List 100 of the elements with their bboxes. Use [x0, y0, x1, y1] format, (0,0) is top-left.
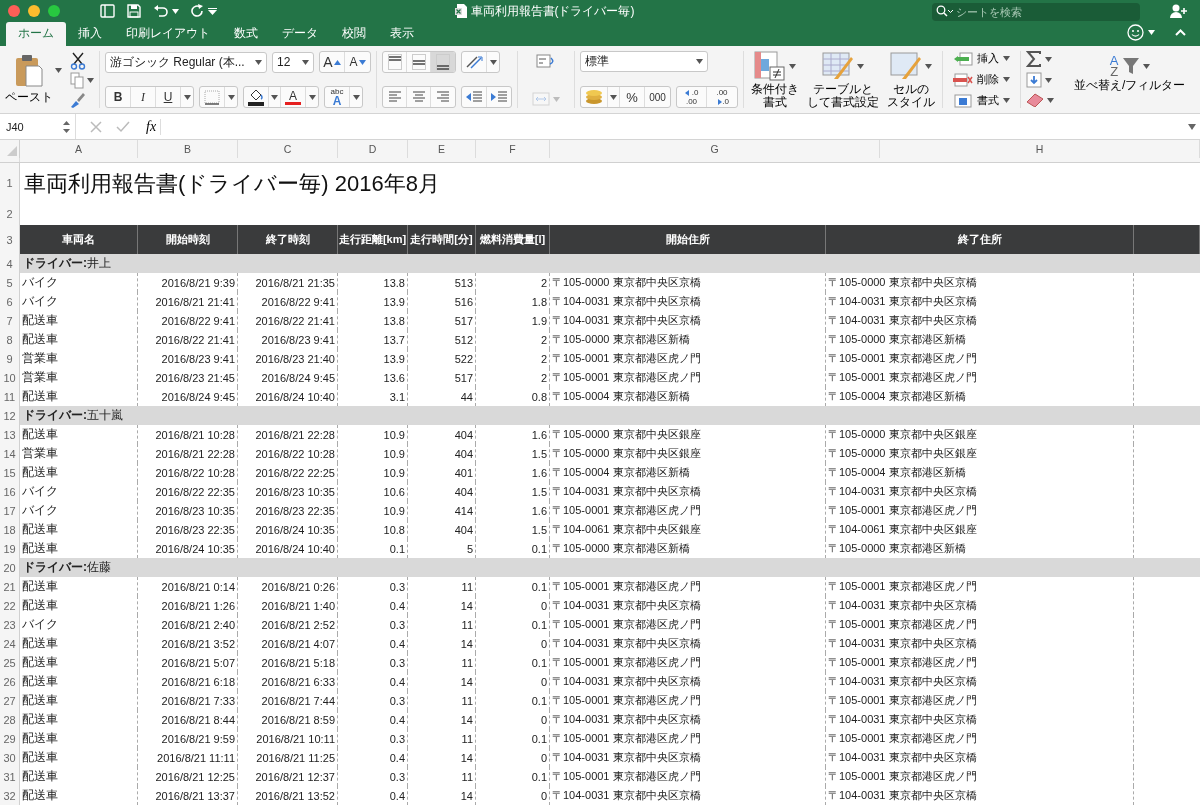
- redo-icon[interactable]: [191, 4, 204, 18]
- row-number[interactable]: 19: [0, 539, 20, 558]
- shrink-font-button[interactable]: A: [345, 52, 370, 72]
- table-cell: 11: [408, 615, 476, 634]
- row-number[interactable]: 7: [0, 311, 20, 330]
- row-number[interactable]: 17: [0, 501, 20, 520]
- scissors-icon[interactable]: [70, 51, 86, 70]
- fill-caret-button[interactable]: [269, 87, 281, 107]
- row-number[interactable]: 3: [0, 225, 20, 254]
- add-person-icon[interactable]: [1170, 4, 1188, 18]
- insert-cells-button[interactable]: 挿入: [953, 51, 1010, 66]
- font-color-button[interactable]: A: [281, 87, 306, 107]
- column-letter[interactable]: F: [476, 140, 550, 158]
- ribbon-tab[interactable]: データ: [270, 22, 330, 46]
- caret-icon[interactable]: [87, 78, 94, 83]
- autosum-icon[interactable]: [1026, 51, 1042, 67]
- percent-button[interactable]: %: [620, 87, 645, 107]
- delete-cells-button[interactable]: 削除: [953, 72, 1010, 87]
- font-name-select[interactable]: 游ゴシック Regular (本...: [105, 51, 267, 73]
- row-number[interactable]: 13: [0, 425, 20, 444]
- row-number[interactable]: 9: [0, 349, 20, 368]
- row-number[interactable]: 1: [0, 163, 20, 203]
- paste-button[interactable]: ペースト: [5, 54, 53, 105]
- caret-icon[interactable]: [1045, 56, 1052, 62]
- collapse-ribbon-icon[interactable]: [1175, 29, 1186, 36]
- insert-function-button[interactable]: fx: [142, 118, 162, 135]
- row-number[interactable]: 31: [0, 767, 20, 786]
- row-number[interactable]: 5: [0, 273, 20, 292]
- currency-caret-button[interactable]: [608, 87, 620, 107]
- ribbon-tab[interactable]: 表示: [378, 22, 426, 46]
- name-box[interactable]: J40: [0, 114, 76, 139]
- row-number[interactable]: 21: [0, 577, 20, 596]
- row-number[interactable]: 20: [0, 558, 20, 577]
- format-cells-button[interactable]: 書式: [953, 93, 1010, 108]
- row-number[interactable]: 16: [0, 482, 20, 501]
- column-letter[interactable]: A: [20, 140, 138, 158]
- row-number[interactable]: 15: [0, 463, 20, 482]
- format-as-table-button[interactable]: テーブルと して書式設定: [805, 51, 881, 109]
- caret-icon[interactable]: [55, 68, 62, 73]
- row-number[interactable]: 8: [0, 330, 20, 349]
- zoom-button[interactable]: [48, 5, 60, 17]
- ribbon-tab[interactable]: 印刷レイアウト: [114, 22, 222, 46]
- column-letter[interactable]: E: [408, 140, 476, 158]
- column-letter[interactable]: C: [238, 140, 338, 158]
- caret-icon[interactable]: [1045, 77, 1052, 83]
- conditional-format-button[interactable]: 条件付き 書式: [749, 51, 801, 109]
- column-letter[interactable]: B: [138, 140, 238, 158]
- caret-icon[interactable]: [1148, 30, 1155, 35]
- ribbon-tab[interactable]: 校閲: [330, 22, 378, 46]
- bold-button[interactable]: B: [106, 87, 131, 107]
- undo-icon[interactable]: [153, 5, 168, 17]
- row-number[interactable]: 4: [0, 254, 20, 273]
- increase-decimal-button[interactable]: .0 .00: [677, 87, 707, 107]
- row-number[interactable]: 32: [0, 786, 20, 805]
- format-painter-icon[interactable]: [70, 91, 86, 108]
- grow-font-button[interactable]: A: [320, 52, 345, 72]
- minimize-button[interactable]: [28, 5, 40, 17]
- row-number[interactable]: 10: [0, 368, 20, 387]
- caret-icon[interactable]: [1047, 97, 1054, 103]
- sort-filter-button[interactable]: A Z 並べ替え/フィルター: [1072, 51, 1188, 92]
- number-format-select[interactable]: 標準: [580, 51, 708, 72]
- column-letter[interactable]: H: [880, 140, 1200, 158]
- vertical-align-button[interactable]: [431, 52, 455, 72]
- column-letter[interactable]: G: [550, 140, 880, 158]
- row-number[interactable]: 25: [0, 653, 20, 672]
- smiley-icon[interactable]: [1127, 24, 1144, 41]
- row-number[interactable]: 14: [0, 444, 20, 463]
- row-number[interactable]: 28: [0, 710, 20, 729]
- caret-icon[interactable]: [172, 8, 179, 14]
- row-number[interactable]: 12: [0, 406, 20, 425]
- italic-button[interactable]: I: [131, 87, 156, 107]
- font-size-select[interactable]: 12: [272, 51, 314, 73]
- row-number[interactable]: 22: [0, 596, 20, 615]
- row-number[interactable]: 23: [0, 615, 20, 634]
- row-number[interactable]: 11: [0, 387, 20, 406]
- sidebar-icon[interactable]: [100, 4, 115, 18]
- row-number[interactable]: 6: [0, 292, 20, 311]
- row-number[interactable]: 29: [0, 729, 20, 748]
- column-letter[interactable]: D: [338, 140, 408, 158]
- customize-caret-icon[interactable]: [208, 7, 217, 15]
- ribbon-tab[interactable]: 数式: [222, 22, 270, 46]
- cell-styles-button[interactable]: セルの スタイル: [885, 51, 937, 109]
- ribbon-tab[interactable]: ホーム: [6, 22, 66, 46]
- search-field[interactable]: シートを検索: [932, 3, 1140, 21]
- row-number[interactable]: 30: [0, 748, 20, 767]
- save-icon[interactable]: [127, 4, 141, 18]
- row-number[interactable]: 18: [0, 520, 20, 539]
- fill-down-icon[interactable]: [1026, 72, 1042, 88]
- caret-icon[interactable]: [1188, 123, 1196, 130]
- row-number[interactable]: 26: [0, 672, 20, 691]
- underline-button[interactable]: U: [156, 87, 181, 107]
- row-number[interactable]: 24: [0, 634, 20, 653]
- comma-style-button[interactable]: 000: [645, 87, 670, 107]
- ribbon-tab[interactable]: 挿入: [66, 22, 114, 46]
- eraser-icon[interactable]: [1026, 93, 1044, 107]
- row-number[interactable]: 2: [0, 203, 20, 225]
- decrease-decimal-button[interactable]: .00 .0: [707, 87, 737, 107]
- row-number[interactable]: 27: [0, 691, 20, 710]
- text-effects-button[interactable]: abc A: [325, 87, 350, 107]
- wrap-text-icon[interactable]: [536, 53, 556, 69]
